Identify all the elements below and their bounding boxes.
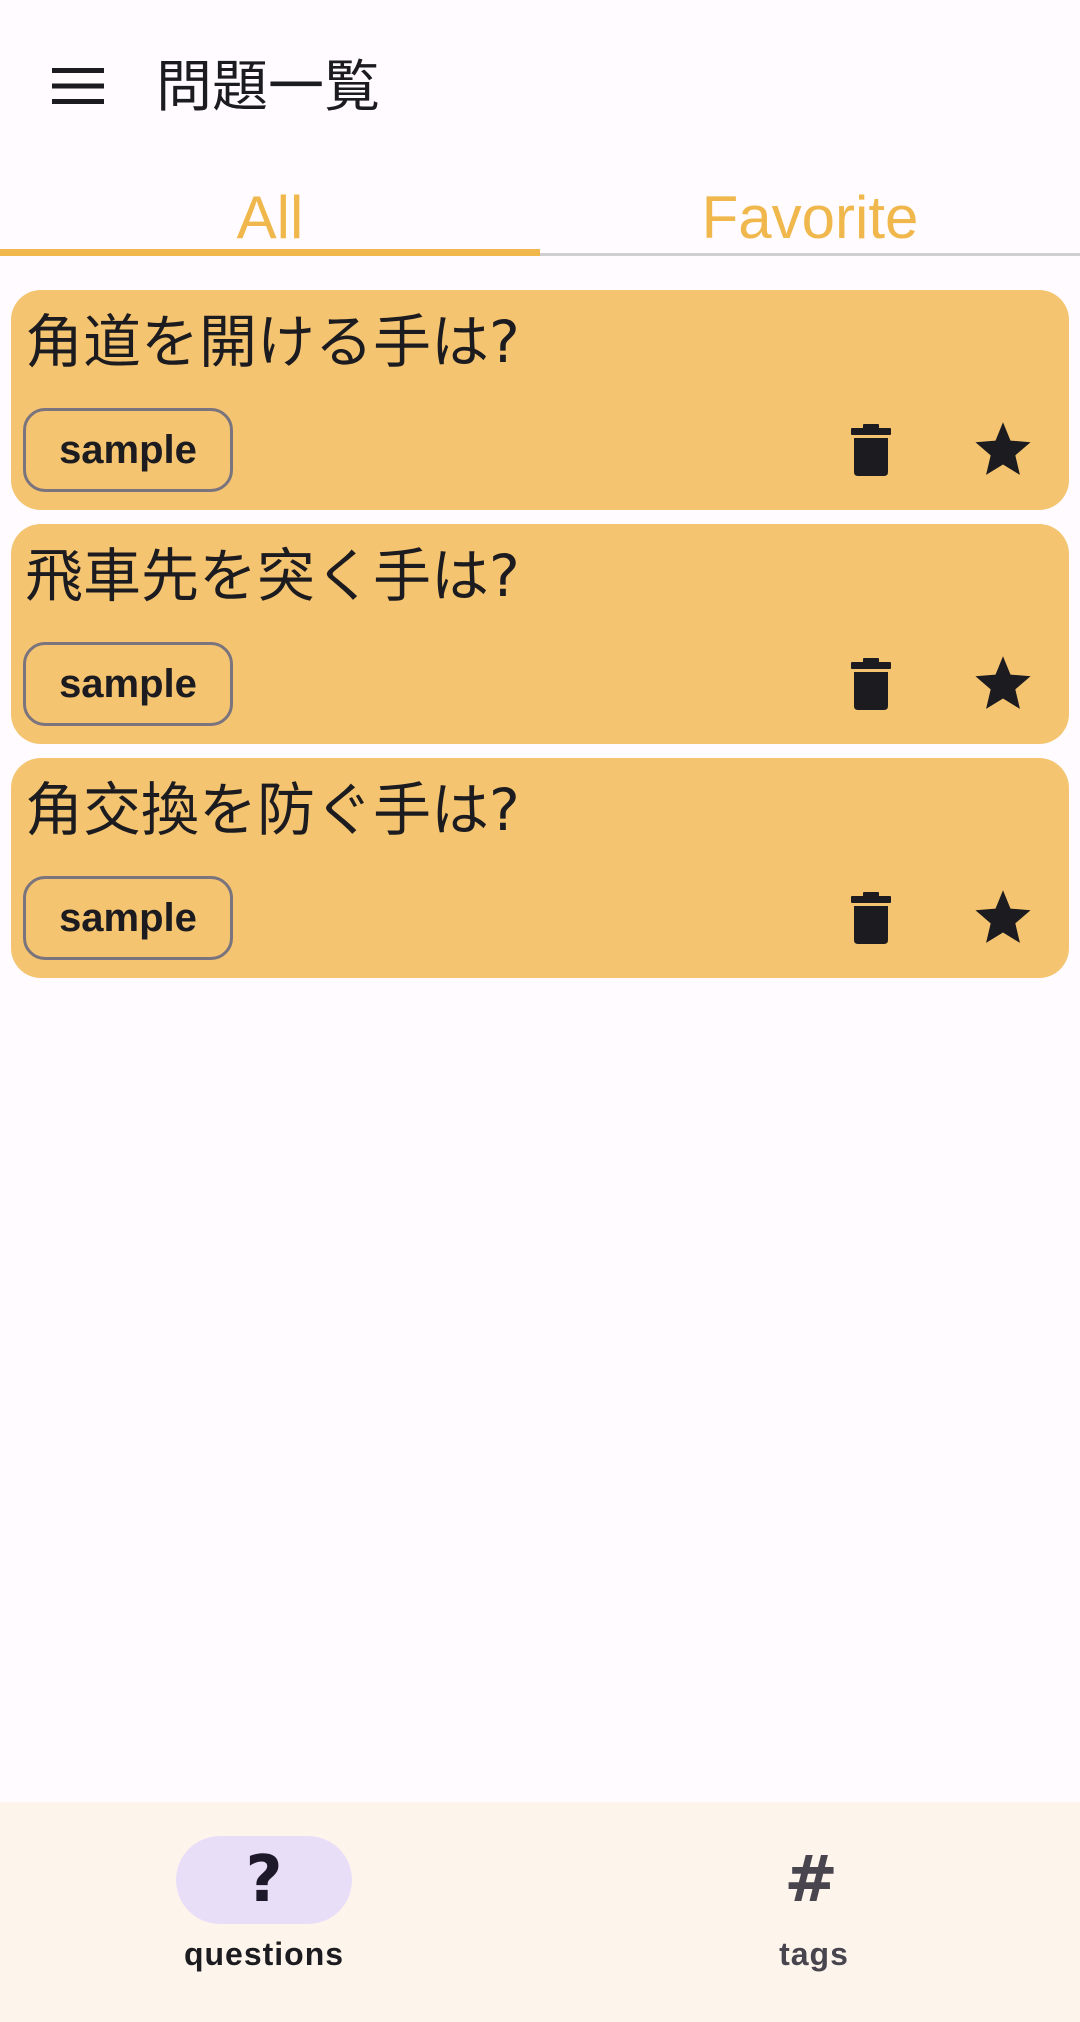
question-text: 角交換を防ぐ手は? bbox=[25, 776, 520, 844]
nav-item-tags[interactable]: # tags bbox=[540, 1802, 1080, 2022]
tag-chip-label: sample bbox=[59, 661, 197, 706]
app-root: 問題一覧 All Favorite 角道を開ける手は? sample 飛車先を突… bbox=[0, 0, 1080, 2022]
bottom-navigation: ? questions # tags bbox=[0, 1802, 1080, 2022]
page-title: 問題一覧 bbox=[156, 55, 380, 120]
star-icon bbox=[975, 656, 1031, 709]
star-icon bbox=[975, 890, 1031, 943]
question-text: 角道を開ける手は? bbox=[25, 308, 520, 376]
favorite-button[interactable] bbox=[955, 870, 1051, 966]
tab-all[interactable]: All bbox=[0, 180, 540, 256]
nav-active-indicator: ? bbox=[176, 1836, 352, 1924]
delete-button[interactable] bbox=[823, 402, 919, 498]
tag-chip[interactable]: sample bbox=[23, 876, 233, 960]
tag-chip[interactable]: sample bbox=[23, 642, 233, 726]
nav-item-questions[interactable]: ? questions bbox=[0, 1802, 540, 2022]
delete-button[interactable] bbox=[823, 870, 919, 966]
question-card[interactable]: 飛車先を突く手は? sample bbox=[11, 524, 1069, 744]
tab-row: All Favorite bbox=[0, 180, 1080, 256]
nav-label-questions: questions bbox=[183, 1936, 345, 1972]
trash-icon bbox=[851, 658, 891, 710]
nav-label-tags: tags bbox=[779, 1936, 849, 1972]
favorite-button[interactable] bbox=[955, 636, 1051, 732]
menu-button[interactable] bbox=[30, 38, 126, 134]
question-text: 飛車先を突く手は? bbox=[25, 542, 520, 610]
trash-icon bbox=[851, 892, 891, 944]
question-mark-icon: ? bbox=[245, 1843, 283, 1917]
question-card[interactable]: 角道を開ける手は? sample bbox=[11, 290, 1069, 510]
delete-button[interactable] bbox=[823, 636, 919, 732]
top-app-bar: 問題一覧 bbox=[0, 0, 1080, 180]
tab-favorite-label: Favorite bbox=[701, 184, 919, 251]
question-list: 角道を開ける手は? sample 飛車先を突く手は? sample 角交換を防ぐ… bbox=[11, 290, 1069, 992]
question-card[interactable]: 角交換を防ぐ手は? sample bbox=[11, 758, 1069, 978]
tab-all-label: All bbox=[236, 184, 304, 251]
tab-indicator bbox=[0, 249, 540, 256]
hash-icon: # bbox=[784, 1843, 838, 1917]
menu-icon bbox=[52, 68, 104, 104]
nav-icon-container: # bbox=[723, 1836, 899, 1924]
star-icon bbox=[975, 422, 1031, 475]
tab-favorite[interactable]: Favorite bbox=[540, 180, 1080, 256]
tag-chip-label: sample bbox=[59, 427, 197, 472]
trash-icon bbox=[851, 424, 891, 476]
favorite-button[interactable] bbox=[955, 402, 1051, 498]
tag-chip-label: sample bbox=[59, 895, 197, 940]
tag-chip[interactable]: sample bbox=[23, 408, 233, 492]
